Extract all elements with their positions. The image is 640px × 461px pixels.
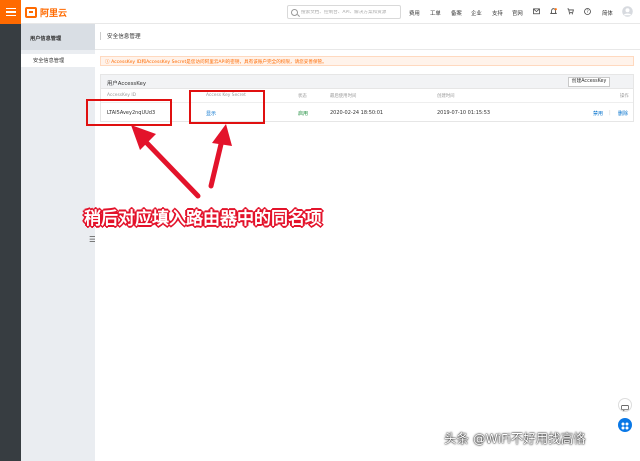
accesskey-panel: 用户AccessKey 创建AccessKey AccessKey ID Acc… — [100, 74, 634, 122]
security-warning-alert: ⓘ AccessKey ID和AccessKey Secret是您访问阿里云AP… — [100, 56, 634, 66]
nav-support[interactable]: 支持 — [492, 9, 503, 17]
chat-icon — [621, 405, 629, 412]
top-navigation-bar: 阿里云 费用 工单 备案 企业 支持 官网 ? 简体 — [0, 0, 640, 24]
nav-enterprise[interactable]: 企业 — [471, 9, 482, 17]
feedback-float-button[interactable] — [618, 398, 632, 412]
avatar[interactable] — [622, 6, 633, 17]
search-icon — [291, 8, 298, 16]
table-header-divider — [101, 102, 633, 103]
title-divider — [100, 32, 101, 40]
annotation-caption: 稍后对应填入路由器中的同名项 — [84, 209, 322, 229]
status-badge: 启用 — [298, 111, 309, 117]
cart-icon[interactable] — [567, 8, 574, 15]
aliyun-logo[interactable]: 阿里云 — [25, 5, 67, 19]
page-title: 安全信息管理 — [107, 34, 141, 40]
created-cell: 2019-07-10 01:15:53 — [437, 110, 491, 116]
highlight-box-accesskey-id — [86, 99, 172, 126]
delete-link[interactable]: 删除 — [618, 110, 628, 117]
action-separator: | — [609, 110, 611, 116]
hamburger-menu-icon[interactable] — [0, 0, 21, 24]
alert-text: AccessKey ID和AccessKey Secret是您访问阿里云API的… — [111, 59, 327, 65]
aliyun-logo-icon — [25, 6, 37, 18]
main-content: 安全信息管理 ⓘ AccessKey ID和AccessKey Secret是您… — [95, 24, 640, 461]
bell-icon[interactable] — [550, 8, 557, 15]
global-search[interactable] — [287, 5, 401, 19]
last-used-cell: 2020-02-24 18:50:01 — [330, 110, 384, 116]
column-header-last-used: 最后使用时间 — [330, 94, 357, 99]
nav-website[interactable]: 官网 — [512, 9, 523, 17]
sidebar-item-security[interactable]: 安全信息管理 — [21, 54, 95, 67]
panel-header: 用户AccessKey 创建AccessKey — [101, 75, 633, 89]
panel-title: 用户AccessKey — [107, 81, 147, 87]
nav-tickets[interactable]: 工单 — [430, 9, 441, 17]
disable-link[interactable]: 禁用 — [593, 110, 603, 117]
assistant-icon — [621, 422, 629, 430]
column-header-status: 状态 — [298, 94, 307, 99]
highlight-box-accesskey-secret — [189, 90, 265, 124]
search-input[interactable] — [301, 9, 400, 15]
nav-fees[interactable]: 费用 — [409, 9, 420, 17]
logo-text: 阿里云 — [40, 8, 68, 19]
language-switch[interactable]: 简体 — [602, 9, 613, 17]
assistant-float-button[interactable] — [618, 418, 632, 432]
watermark: 头条 @WiFi不好用找高恪 — [444, 431, 586, 446]
column-header-created: 创建时间 — [437, 94, 455, 99]
column-header-accesskey-id: AccessKey ID — [107, 93, 137, 98]
create-accesskey-button[interactable]: 创建AccessKey — [568, 77, 610, 87]
page: 阿里云 费用 工单 备案 企业 支持 官网 ? 简体 用户信息管理 安全信息管理… — [0, 0, 640, 461]
help-icon[interactable]: ? — [584, 8, 591, 15]
message-icon[interactable] — [533, 8, 540, 15]
header-divider — [95, 49, 640, 50]
sidebar-title: 用户信息管理 — [21, 24, 95, 50]
column-header-actions: 操作 — [620, 94, 629, 99]
nav-icp[interactable]: 备案 — [451, 9, 462, 17]
sidebar: 用户信息管理 安全信息管理 — [21, 24, 95, 461]
product-nav-strip — [0, 24, 21, 461]
